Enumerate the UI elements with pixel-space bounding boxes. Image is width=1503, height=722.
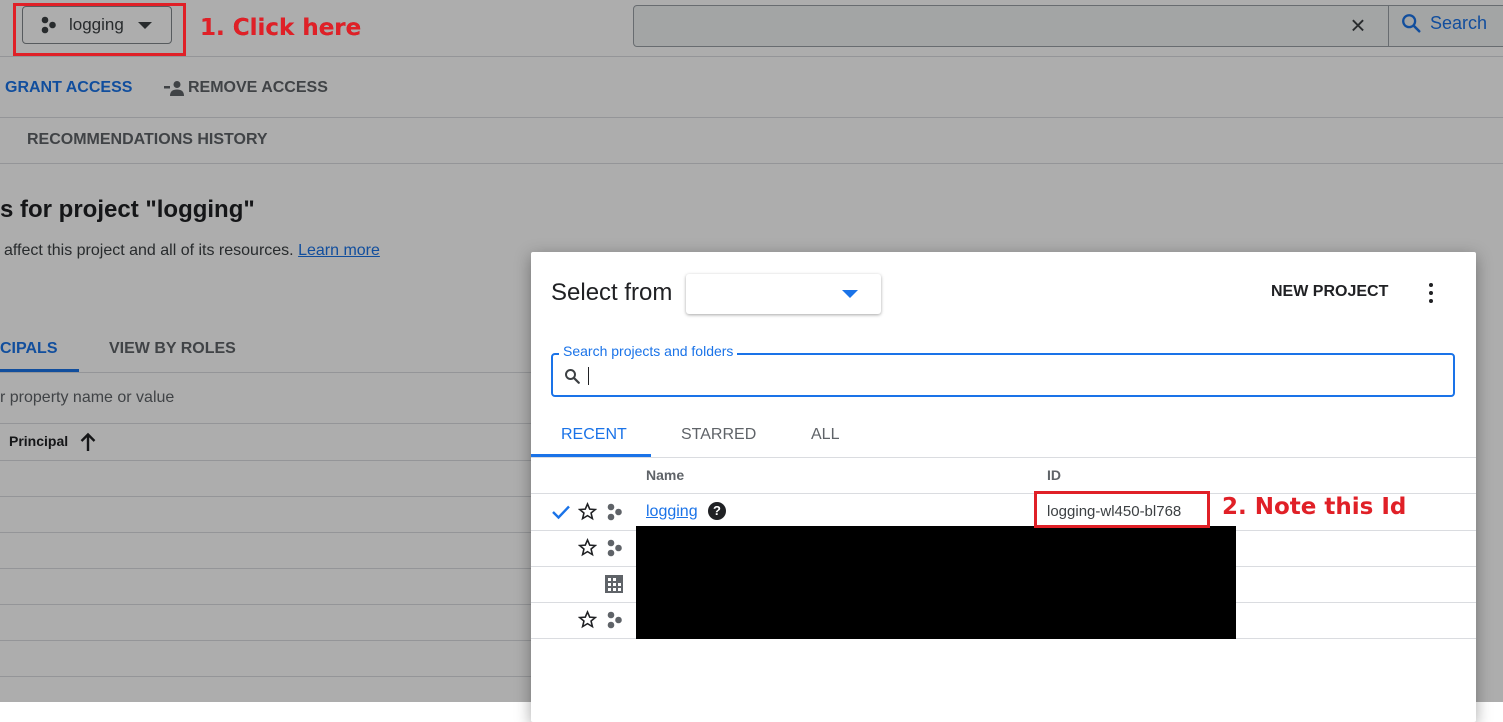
star-outline-icon[interactable] [578, 538, 597, 557]
project-search-label: Search projects and folders [559, 343, 738, 359]
project-name-link[interactable]: logging [646, 503, 698, 521]
annotation-highlight-step2 [1034, 491, 1210, 528]
new-project-button[interactable]: NEW PROJECT [1271, 283, 1388, 301]
project-icon [607, 611, 622, 629]
annotation-step2: 2. Note this Id [1222, 494, 1407, 520]
tab-starred[interactable]: STARRED [681, 426, 756, 444]
redaction-block [636, 526, 1236, 639]
id-column-header[interactable]: ID [1047, 467, 1061, 483]
name-column-header[interactable]: Name [646, 467, 684, 483]
annotation-step1-top: 1. Click here [200, 15, 362, 41]
project-search-field[interactable] [551, 353, 1455, 397]
organization-select[interactable] [686, 274, 881, 314]
text-cursor [588, 367, 589, 385]
tab-recent[interactable]: RECENT [561, 426, 627, 444]
annotation-highlight-step1-top [13, 3, 186, 56]
more-options-icon[interactable] [1421, 280, 1441, 306]
tab-all[interactable]: ALL [811, 426, 839, 444]
organization-building-icon [605, 575, 623, 593]
chevron-down-icon [842, 290, 858, 298]
project-icon [607, 539, 622, 557]
select-project-dialog: Select from NEW PROJECT Search projects … [531, 252, 1476, 722]
star-outline-icon[interactable] [578, 502, 597, 521]
search-icon [565, 369, 580, 384]
project-icon [607, 503, 622, 521]
dialog-title: Select from [551, 279, 673, 306]
star-outline-icon[interactable] [578, 610, 597, 629]
tabs-divider [531, 457, 1476, 458]
help-icon[interactable]: ? [708, 502, 726, 520]
check-icon [552, 505, 570, 520]
